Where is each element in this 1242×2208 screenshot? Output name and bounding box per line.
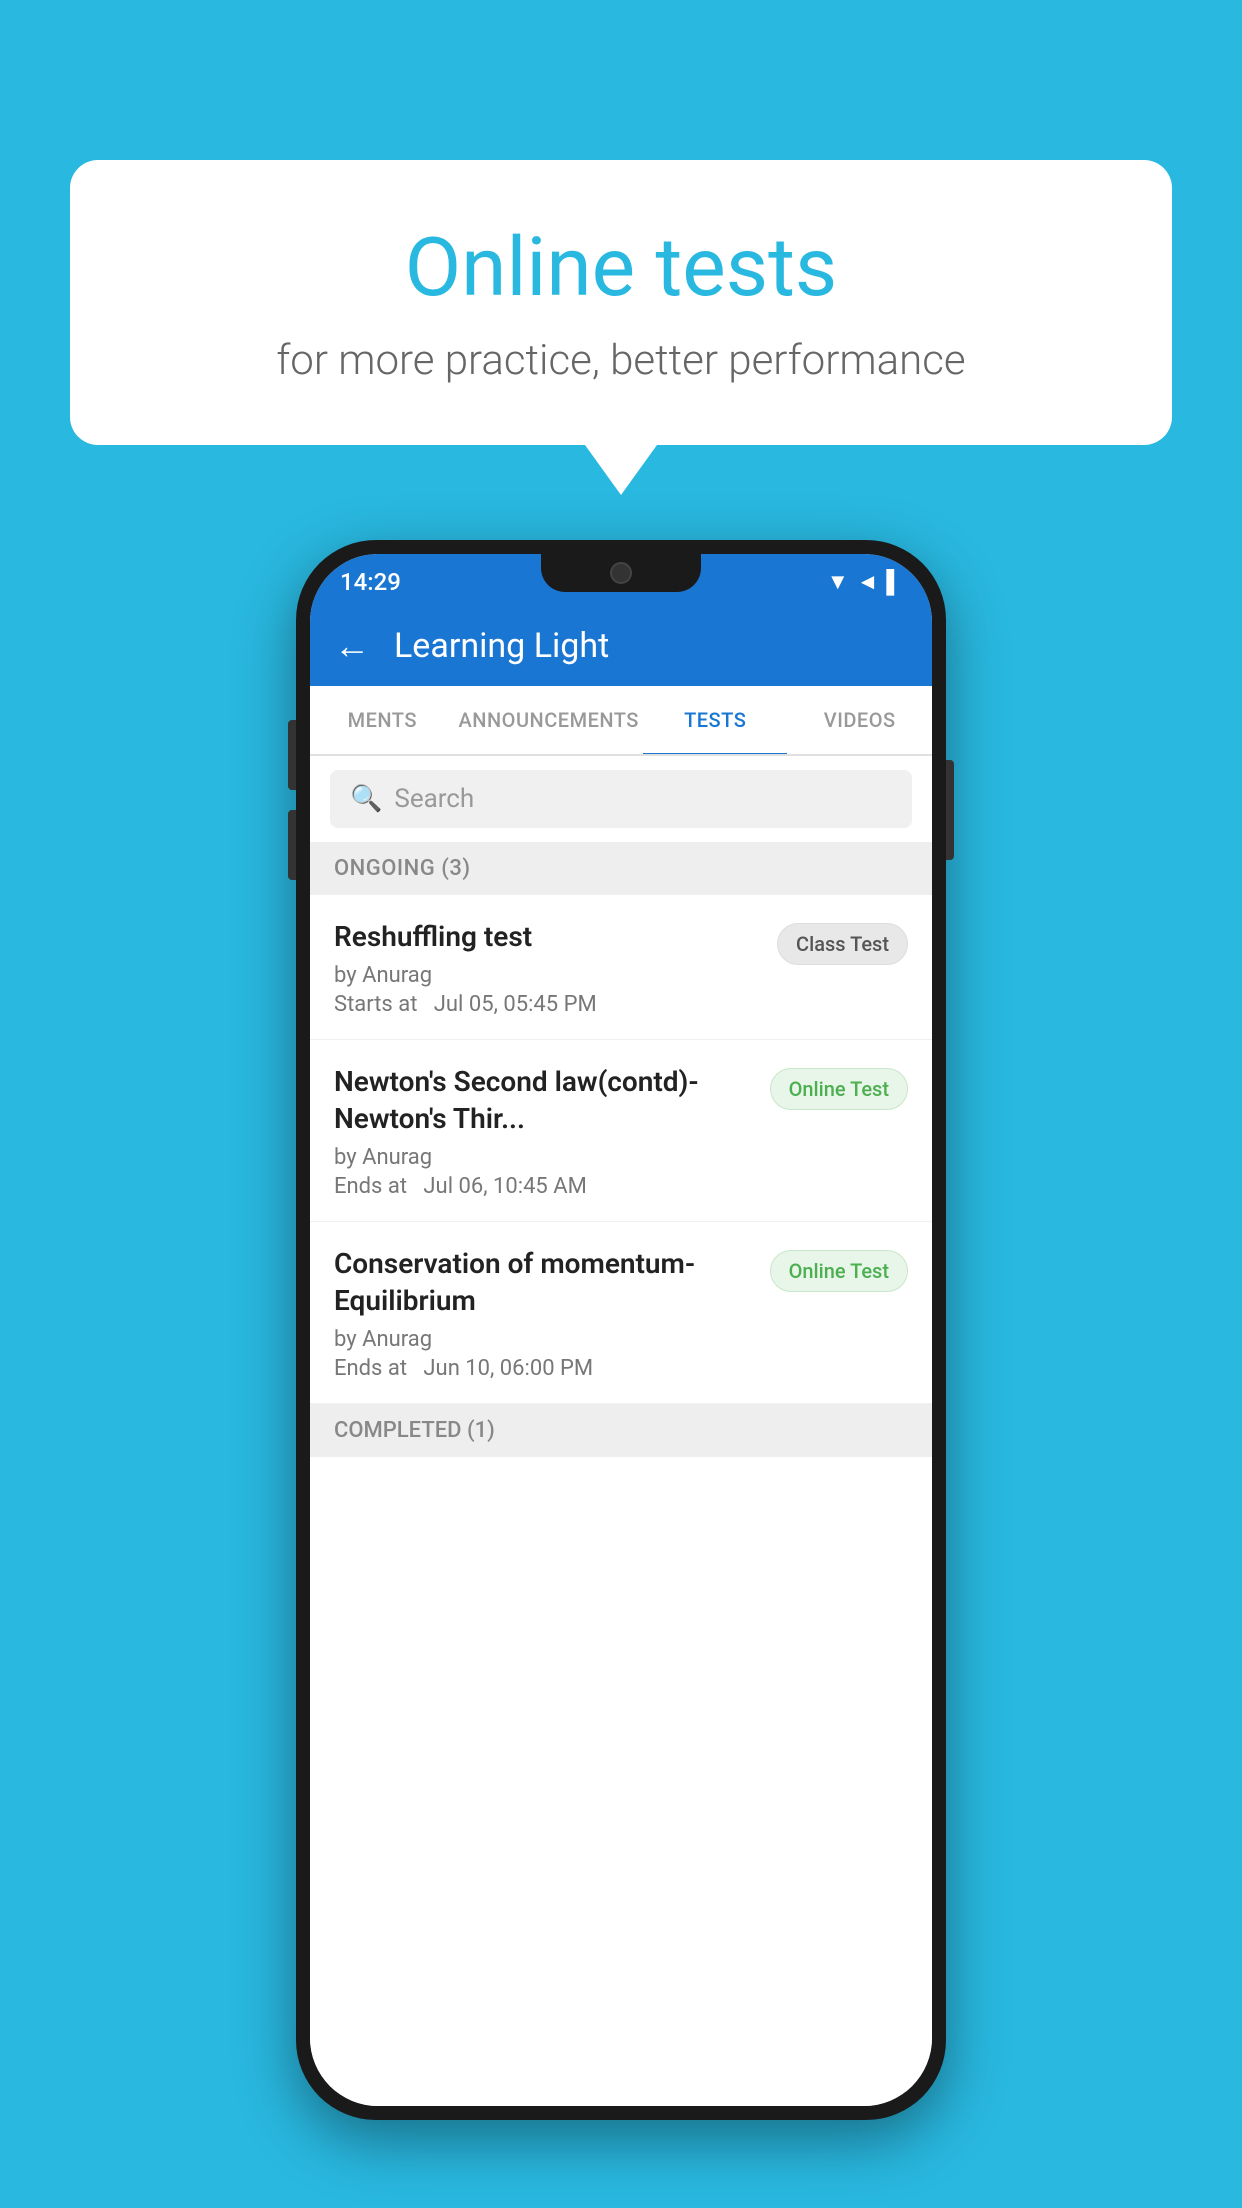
wifi-icon: ▼ — [827, 569, 849, 595]
test-item-3[interactable]: Conservation of momentum-Equilibrium by … — [310, 1222, 932, 1404]
test-time-3: Ends at Jun 10, 06:00 PM — [334, 1356, 754, 1381]
vol-down-button — [288, 810, 296, 880]
phone-notch — [541, 554, 701, 592]
search-icon: 🔍 — [350, 784, 382, 814]
power-button — [946, 760, 954, 860]
test-time-label-3: Ends at — [334, 1356, 407, 1381]
tab-announcements[interactable]: ANNOUNCEMENTS — [455, 686, 643, 754]
search-placeholder: Search — [394, 784, 474, 814]
app-bar-title: Learning Light — [394, 626, 609, 666]
speech-bubble-container: Online tests for more practice, better p… — [70, 160, 1172, 495]
back-button[interactable]: ← — [334, 625, 370, 667]
test-info-2: Newton's Second law(contd)-Newton's Thir… — [334, 1064, 770, 1199]
vol-up-button — [288, 720, 296, 790]
tab-videos[interactable]: VIDEOS — [787, 686, 932, 754]
phone-container: 14:29 ▼ ◄ ▌ ← Learning Light MENTS ANNOU… — [75, 540, 1167, 2208]
tabs-container: MENTS ANNOUNCEMENTS TESTS VIDEOS — [310, 686, 932, 756]
test-by-2: by Anurag — [334, 1145, 754, 1170]
test-info-3: Conservation of momentum-Equilibrium by … — [334, 1246, 770, 1381]
battery-icon: ▌ — [886, 569, 902, 595]
test-time-value-3: Jun 10, 06:00 PM — [423, 1356, 593, 1381]
completed-header-text: COMPLETED (1) — [334, 1418, 495, 1443]
test-by-3: by Anurag — [334, 1327, 754, 1352]
test-time-label-2: Ends at — [334, 1174, 407, 1199]
signal-icon: ◄ — [857, 569, 879, 595]
tests-list: Reshuffling test by Anurag Starts at Jul… — [310, 895, 932, 2106]
phone-screen: 14:29 ▼ ◄ ▌ ← Learning Light MENTS ANNOU… — [310, 554, 932, 2106]
ongoing-section-header: ONGOING (3) — [310, 842, 932, 895]
test-item-2[interactable]: Newton's Second law(contd)-Newton's Thir… — [310, 1040, 932, 1222]
speech-bubble-arrow — [585, 445, 657, 495]
test-time-label-1: Starts at — [334, 992, 417, 1017]
test-time-value-1: Jul 05, 05:45 PM — [434, 992, 597, 1017]
status-icons: ▼ ◄ ▌ — [827, 569, 902, 595]
tab-tests[interactable]: TESTS — [643, 686, 788, 754]
speech-bubble-subtitle: for more practice, better performance — [150, 336, 1092, 385]
test-name-2: Newton's Second law(contd)-Newton's Thir… — [334, 1064, 754, 1137]
test-item-1[interactable]: Reshuffling test by Anurag Starts at Jul… — [310, 895, 932, 1040]
badge-2: Online Test — [770, 1068, 908, 1110]
search-input[interactable]: 🔍 Search — [330, 770, 912, 828]
phone-camera — [610, 562, 632, 584]
badge-1: Class Test — [777, 923, 908, 965]
speech-bubble: Online tests for more practice, better p… — [70, 160, 1172, 445]
search-container: 🔍 Search — [310, 756, 932, 842]
completed-section-header: COMPLETED (1) — [310, 1404, 932, 1457]
app-bar: ← Learning Light — [310, 606, 932, 686]
badge-3: Online Test — [770, 1250, 908, 1292]
test-by-1: by Anurag — [334, 963, 761, 988]
status-time: 14:29 — [340, 568, 401, 596]
test-time-value-2: Jul 06, 10:45 AM — [423, 1174, 586, 1199]
phone-device: 14:29 ▼ ◄ ▌ ← Learning Light MENTS ANNOU… — [296, 540, 946, 2120]
test-name-3: Conservation of momentum-Equilibrium — [334, 1246, 754, 1319]
tab-ments[interactable]: MENTS — [310, 686, 455, 754]
test-name-1: Reshuffling test — [334, 919, 761, 955]
speech-bubble-title: Online tests — [150, 220, 1092, 316]
test-info-1: Reshuffling test by Anurag Starts at Jul… — [334, 919, 777, 1017]
ongoing-header-text: ONGOING (3) — [334, 856, 471, 881]
test-time-1: Starts at Jul 05, 05:45 PM — [334, 992, 761, 1017]
test-time-2: Ends at Jul 06, 10:45 AM — [334, 1174, 754, 1199]
